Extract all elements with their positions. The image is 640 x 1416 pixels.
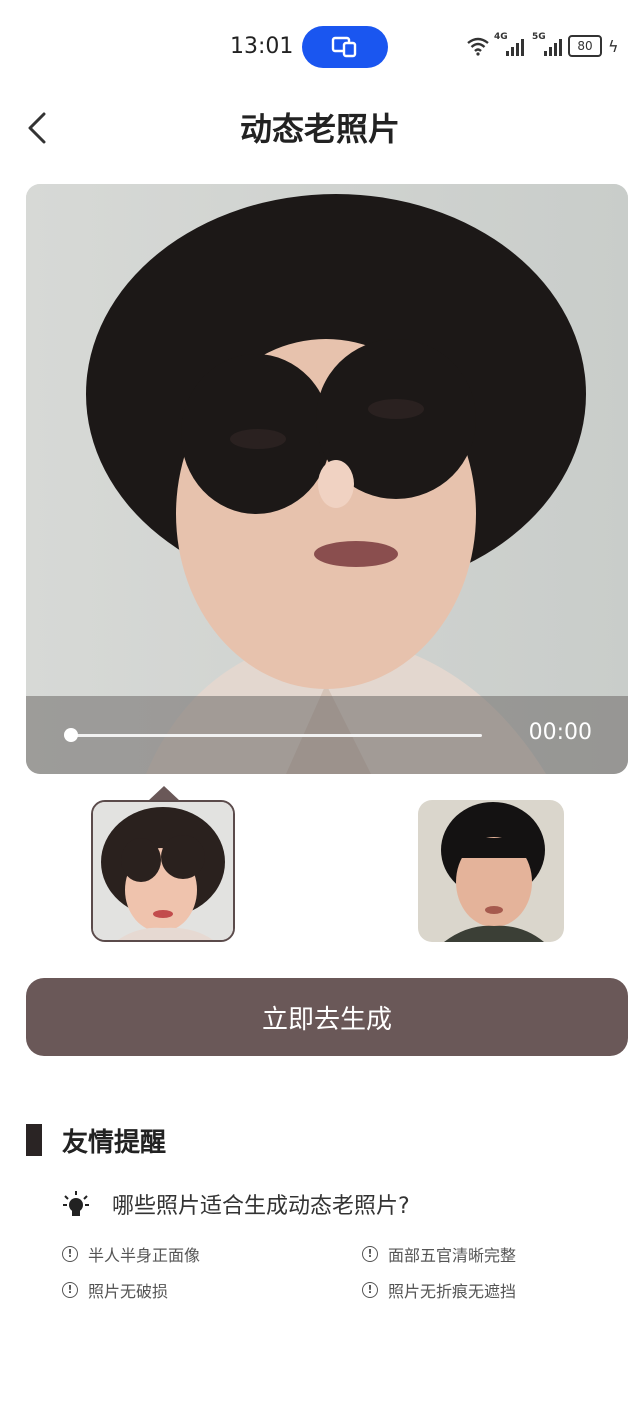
sample-photo-2[interactable] bbox=[418, 800, 564, 942]
tips-question: 哪些照片适合生成动态老照片? bbox=[62, 1188, 410, 1220]
sample-portrait-2 bbox=[418, 800, 564, 942]
network-type-2: 5G bbox=[532, 32, 546, 42]
info-icon: ! bbox=[62, 1282, 78, 1298]
tip-item: ! 半人半身正面像 bbox=[62, 1242, 200, 1266]
section-marker bbox=[26, 1124, 42, 1156]
tip-text: 面部五官清晰完整 bbox=[388, 1246, 517, 1265]
tip-text: 半人半身正面像 bbox=[88, 1246, 201, 1265]
question-text: 哪些照片适合生成动态老照片? bbox=[112, 1194, 410, 1219]
screen-cast-pill[interactable] bbox=[302, 26, 388, 68]
sample-photo-1[interactable] bbox=[91, 800, 235, 942]
progress-handle[interactable] bbox=[64, 728, 78, 742]
header: 动态老照片 bbox=[0, 96, 640, 160]
selection-indicator bbox=[148, 786, 180, 801]
network-type-1: 4G bbox=[494, 32, 508, 42]
sample-photo-list bbox=[0, 786, 640, 946]
tips-title: 友情提醒 bbox=[62, 1127, 167, 1158]
sample-portrait-1 bbox=[93, 802, 233, 940]
status-bar: 13:01 4G 5G 80 ϟ bbox=[0, 0, 640, 96]
tip-item: ! 照片无破损 bbox=[62, 1278, 168, 1302]
photo-preview-player[interactable]: 00:00 bbox=[26, 184, 628, 774]
battery-icon: 80 bbox=[568, 35, 602, 57]
info-icon: ! bbox=[362, 1282, 378, 1298]
tip-text: 照片无折痕无遮挡 bbox=[388, 1282, 517, 1301]
player-controls: 00:00 bbox=[26, 696, 628, 774]
portrait-image bbox=[26, 184, 628, 774]
signal-icon-2: 5G bbox=[532, 32, 562, 56]
wifi-icon bbox=[467, 37, 489, 56]
generate-button[interactable]: 立即去生成 bbox=[26, 978, 628, 1056]
lightbulb-icon bbox=[63, 1191, 89, 1216]
charging-icon: ϟ bbox=[608, 36, 619, 56]
page-title: 动态老照片 bbox=[239, 110, 400, 148]
cast-icon bbox=[331, 36, 357, 58]
tip-item: ! 照片无折痕无遮挡 bbox=[362, 1278, 516, 1302]
tip-text: 照片无破损 bbox=[88, 1282, 169, 1301]
info-icon: ! bbox=[62, 1246, 78, 1262]
status-icons: 4G 5G 80 ϟ bbox=[466, 32, 619, 58]
tip-item: ! 面部五官清晰完整 bbox=[362, 1242, 516, 1266]
playback-time: 00:00 bbox=[528, 720, 592, 745]
progress-track[interactable] bbox=[70, 734, 482, 737]
battery-level: 80 bbox=[577, 39, 593, 53]
signal-icon: 4G bbox=[494, 32, 524, 56]
info-icon: ! bbox=[362, 1246, 378, 1262]
clock: 13:01 bbox=[230, 34, 294, 59]
tips-header: 友情提醒 bbox=[26, 1120, 166, 1160]
